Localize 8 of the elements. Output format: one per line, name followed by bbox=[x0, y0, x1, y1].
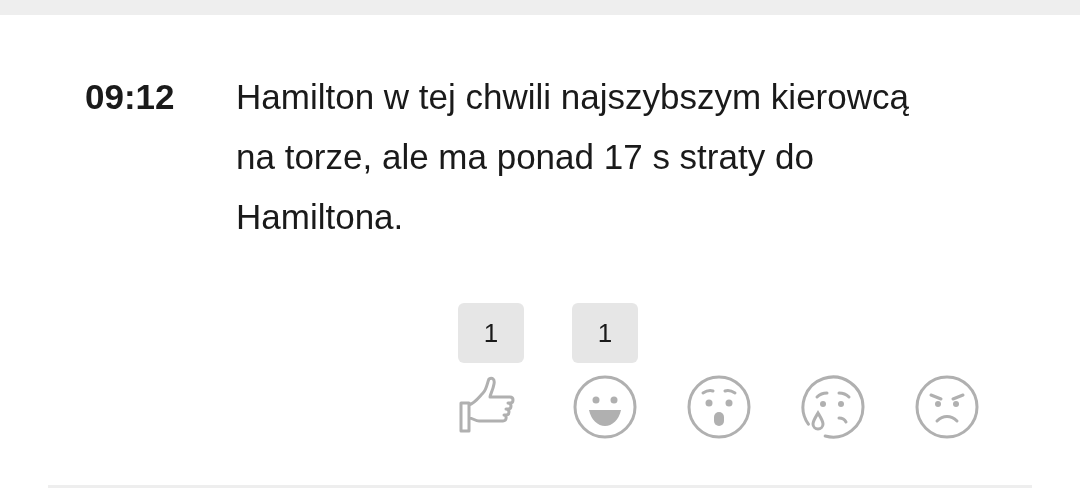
crying-face-icon[interactable] bbox=[801, 375, 865, 439]
surprised-face-icon[interactable] bbox=[687, 375, 751, 439]
angry-face-icon[interactable] bbox=[915, 375, 979, 439]
reaction-count: 1 bbox=[572, 303, 638, 363]
laughing-face-icon[interactable] bbox=[573, 375, 637, 439]
entry-time: 09:12 bbox=[85, 76, 176, 118]
entry-text: Hamilton w tej chwili najszybszym kierowcą na torze, ale ma ponad 17 s straty do Hamiltona. bbox=[236, 76, 910, 238]
reaction-count: 1 bbox=[458, 303, 524, 363]
